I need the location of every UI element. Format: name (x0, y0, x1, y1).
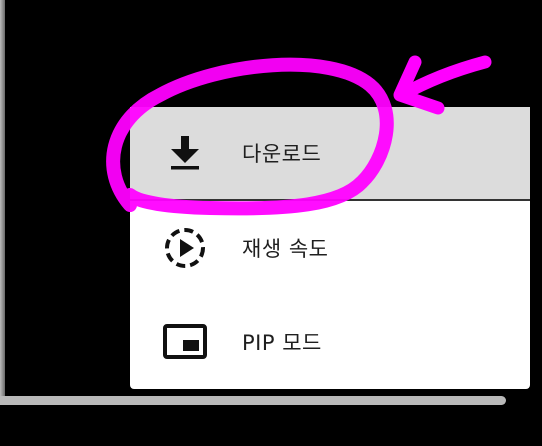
video-progress-bar[interactable] (0, 396, 506, 405)
pip-mode-icon (162, 319, 208, 365)
playback-speed-icon (162, 225, 208, 271)
page-edge-strip (0, 0, 5, 400)
menu-item-label: PIP 모드 (242, 331, 322, 355)
menu-item-playback-speed[interactable]: 재생 속도 (130, 201, 530, 295)
menu-item-label: 재생 속도 (242, 237, 329, 261)
menu-item-pip-mode[interactable]: PIP 모드 (130, 295, 530, 389)
menu-item-download[interactable]: 다운로드 (130, 107, 530, 201)
menu-item-label: 다운로드 (242, 142, 322, 166)
download-icon (162, 130, 208, 176)
overflow-menu: 다운로드 재생 속도 PIP 모드 (130, 107, 530, 389)
video-player-screen: 다운로드 재생 속도 PIP 모드 (0, 0, 542, 446)
